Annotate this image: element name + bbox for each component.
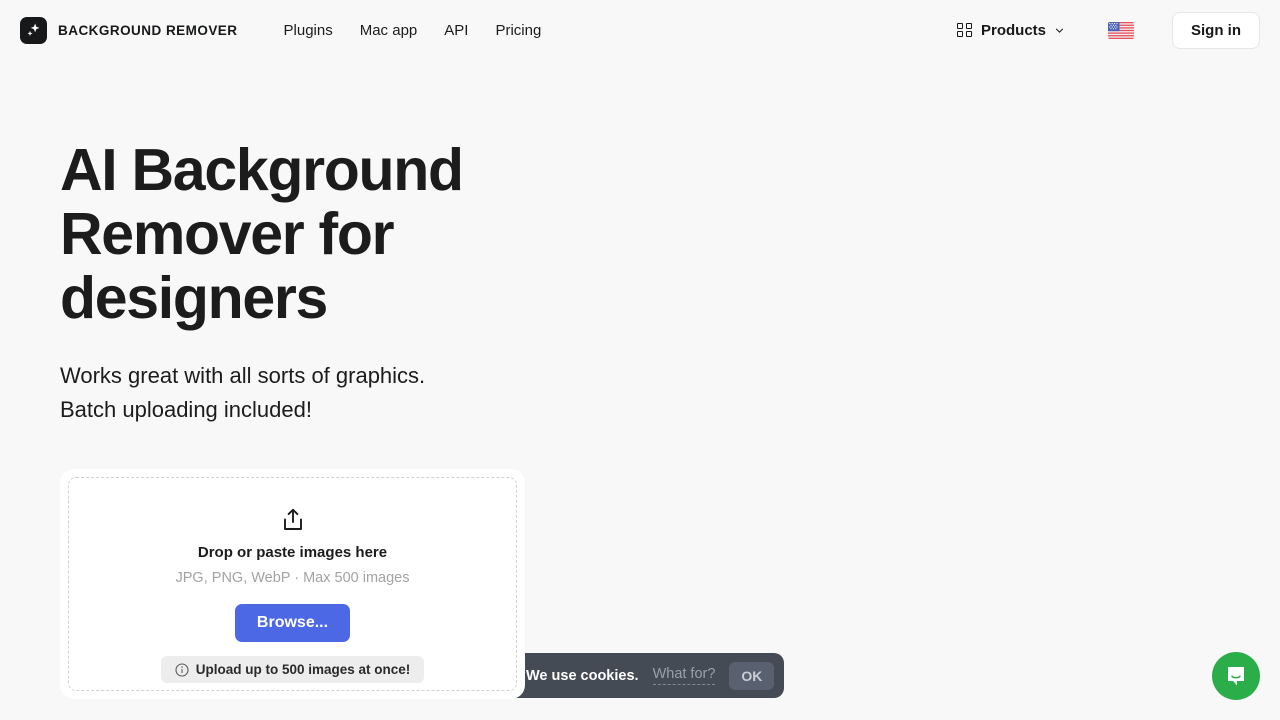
brand-logo-link[interactable]: BACKGROUND REMOVER [20,16,238,44]
site-header: BACKGROUND REMOVER Plugins Mac app API P… [0,0,1280,60]
upload-dropzone-inner: Drop or paste images here JPG, PNG, WebP… [68,477,517,691]
cookie-banner-ok-button[interactable]: OK [729,661,775,690]
dropzone-title: Drop or paste images here [197,544,388,561]
cookie-banner-whatfor-link[interactable]: What for? [652,666,716,685]
upload-limit-hint-label: Upload up to 500 images at once! [195,662,411,677]
upload-icon [283,508,302,530]
grid-icon [957,22,972,38]
hero-subtitle: Works great with all sorts of graphics. … [60,359,530,427]
us-flag-icon[interactable] [1108,21,1134,39]
products-menu-label: Products [980,21,1046,39]
nav-item-plugins[interactable]: Plugins [284,22,333,39]
cookie-banner-message: We use cookies. [526,667,639,684]
nav-item-pricing[interactable]: Pricing [495,22,541,39]
chat-bubble-icon [1228,667,1244,686]
dropzone-formats: JPG, PNG, WebP · Max 500 images [175,570,410,586]
chat-launcher-button[interactable] [1212,652,1260,700]
nav-item-api[interactable]: API [444,22,468,39]
hero-section: AI Background Remover for designers Work… [0,60,1280,699]
nav-item-mac-app[interactable]: Mac app [360,22,418,39]
info-circle-icon [175,662,189,677]
upload-dropzone[interactable]: Drop or paste images here JPG, PNG, WebP… [60,469,525,699]
main-nav: Plugins Mac app API Pricing [284,22,542,39]
page-title: AI Background Remover for designers [60,137,464,331]
browse-button[interactable]: Browse... [234,604,351,642]
signin-button[interactable]: Sign in [1172,11,1260,49]
brand-name: BACKGROUND REMOVER [58,22,238,38]
products-menu-button[interactable]: Products [953,16,1068,45]
hero-subtitle-line-1: Works great with all sorts of graphics. [60,363,426,388]
upload-limit-hint: Upload up to 500 images at once! [160,656,425,683]
chevron-down-icon [1055,28,1064,33]
sparkle-logo-icon [20,16,47,44]
hero-subtitle-line-2: Batch uploading included! [60,397,312,422]
